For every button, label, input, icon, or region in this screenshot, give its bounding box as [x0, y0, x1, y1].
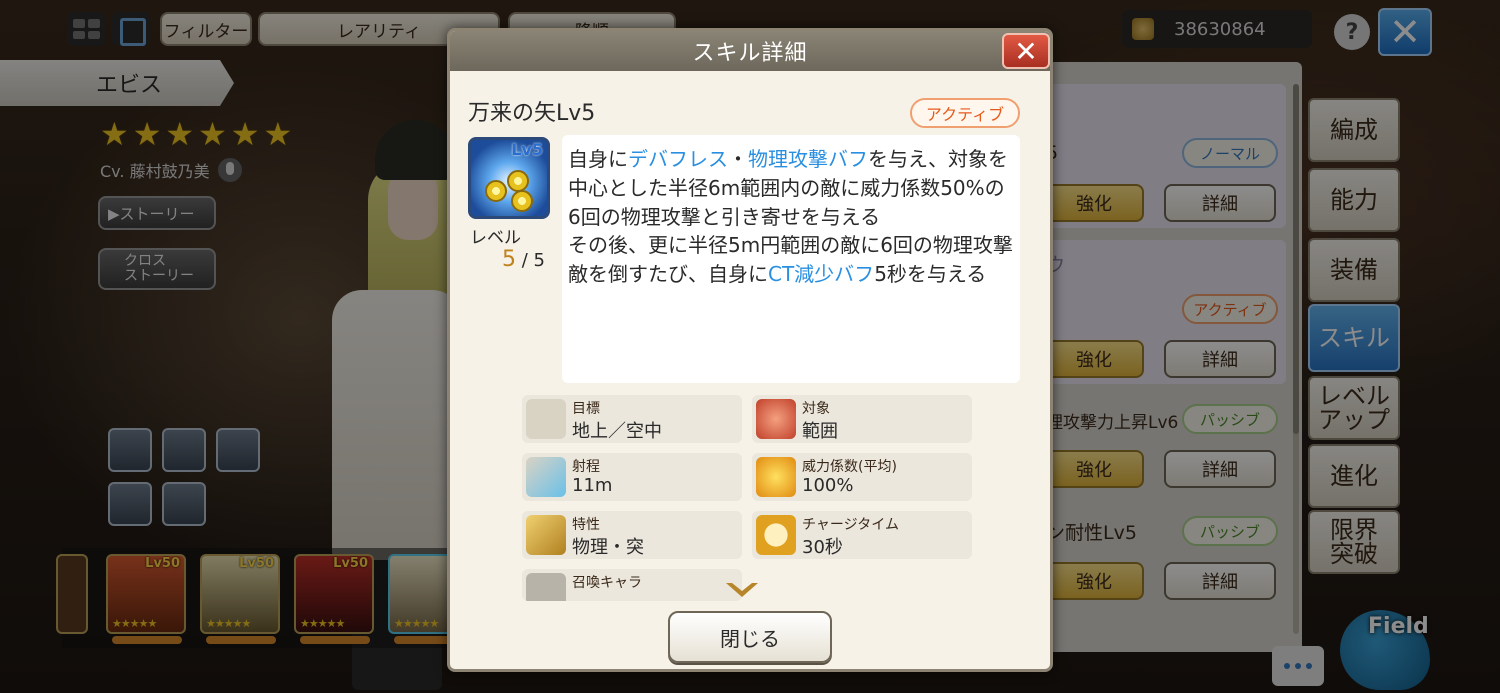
attr-trait: 特性 物理・突	[522, 511, 742, 559]
level-current: 5	[502, 247, 516, 272]
attr-power: 威力係数(平均) 100%	[752, 453, 972, 501]
skill-icon-level: Lv5	[511, 140, 543, 159]
attr-summon: 召喚キャラ	[522, 569, 742, 601]
area-icon	[756, 399, 796, 439]
burst-icon	[756, 457, 796, 497]
skill-name: 万来の矢Lv5	[468, 101, 596, 126]
scroll-down-icon[interactable]	[724, 579, 760, 601]
arrow-icon	[526, 457, 566, 497]
buff-keyword: 物理攻撃バフ	[748, 147, 868, 171]
attr-charge: チャージタイム 30秒	[752, 511, 972, 559]
skill-detail-dialog: スキル詳細 ✕ 万来の矢Lv5 アクティブ Lv5 レベル 5 / 5 自身にデ…	[447, 28, 1053, 672]
arrow-coins-icon: Lv5	[468, 137, 550, 219]
level-value: 5 / 5	[502, 247, 545, 272]
close-dialog-button[interactable]: 閉じる	[668, 611, 832, 663]
summon-icon	[526, 573, 566, 601]
crosshair-icon	[526, 399, 566, 439]
clock-icon	[756, 515, 796, 555]
sword-icon	[526, 515, 566, 555]
attr-object: 対象 範囲	[752, 395, 972, 443]
skill-description: 自身にデバフレス・物理攻撃バフを与え、対象を中心とした半径6m範囲内の敵に威力係…	[562, 135, 1020, 383]
dialog-close-icon[interactable]: ✕	[1002, 33, 1050, 69]
dialog-title: スキル詳細	[450, 31, 1050, 71]
skill-type-tag: アクティブ	[910, 98, 1020, 128]
attr-target: 目標 地上／空中	[522, 395, 742, 443]
level-label: レベル	[470, 228, 521, 248]
buff-keyword: デバフレス	[628, 147, 728, 171]
buff-keyword: CT減少バフ	[768, 262, 875, 287]
level-max: / 5	[516, 250, 545, 271]
attr-range: 射程 11m	[522, 453, 742, 501]
